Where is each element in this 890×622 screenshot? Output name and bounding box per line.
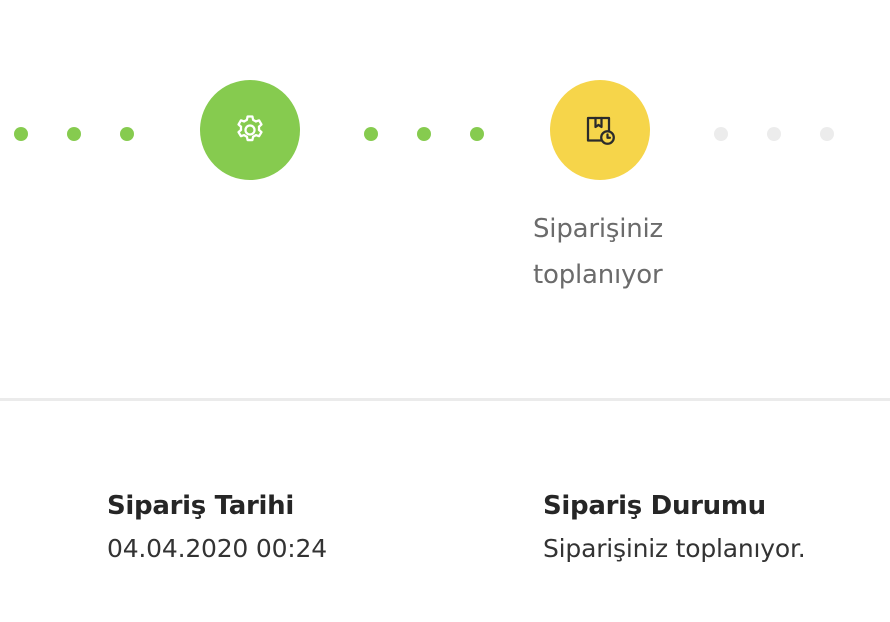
active-step-label: Siparişiniz toplanıyor (533, 206, 733, 298)
order-date-block: Sipariş Tarihi 04.04.2020 00:24 (107, 486, 327, 572)
active-step-label-line2: toplanıyor (533, 260, 663, 290)
progress-dot (767, 127, 781, 141)
progress-dot (120, 127, 134, 141)
package-clock-icon (582, 112, 618, 148)
step-processing (200, 80, 300, 180)
order-status-title: Sipariş Durumu (543, 491, 766, 521)
progress-dot (67, 127, 81, 141)
gear-icon (233, 113, 267, 147)
progress-dot (820, 127, 834, 141)
progress-dot (14, 127, 28, 141)
progress-dot (364, 127, 378, 141)
order-date-value: 04.04.2020 00:24 (107, 534, 327, 563)
progress-dot (714, 127, 728, 141)
progress-dot (470, 127, 484, 141)
step-collecting (550, 80, 650, 180)
section-divider (0, 398, 890, 401)
active-step-label-line1: Siparişiniz (533, 214, 663, 244)
order-status-block: Sipariş Durumu Siparişiniz toplanıyor. (543, 486, 806, 572)
progress-dot (417, 127, 431, 141)
order-date-title: Sipariş Tarihi (107, 491, 294, 521)
order-status-value: Siparişiniz toplanıyor. (543, 534, 806, 563)
order-progress-tracker: Siparişiniz toplanıyor (0, 0, 890, 400)
order-tracking-page: Siparişiniz toplanıyor Sipariş Tarihi 04… (0, 0, 890, 622)
